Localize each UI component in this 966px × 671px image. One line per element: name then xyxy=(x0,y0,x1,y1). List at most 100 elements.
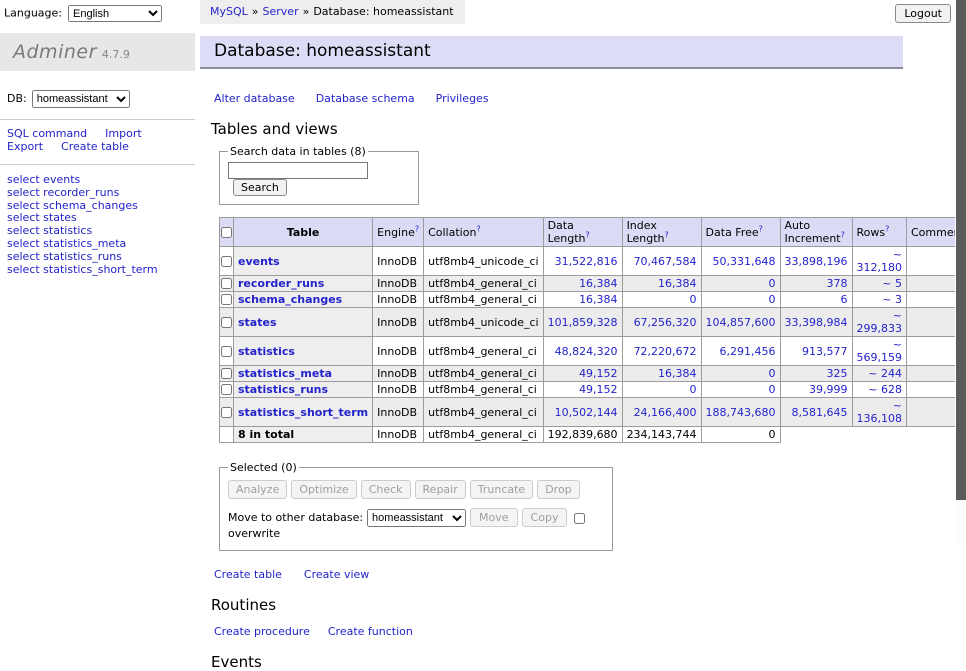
data-free-cell[interactable]: 50,331,648 xyxy=(701,247,780,276)
create-view-link[interactable]: Create view xyxy=(304,568,369,581)
data-length-cell[interactable]: 16,384 xyxy=(543,276,622,292)
optimize-button[interactable]: Optimize xyxy=(291,480,356,499)
column-help-link[interactable]: ? xyxy=(885,224,889,233)
row-checkbox[interactable] xyxy=(221,346,232,357)
scrollbar-thumb[interactable] xyxy=(956,0,966,500)
column-help-link[interactable]: ? xyxy=(759,224,763,233)
import-link[interactable]: Import xyxy=(105,127,142,140)
data-length-cell[interactable]: 31,522,816 xyxy=(543,247,622,276)
table-name-link[interactable]: events xyxy=(238,255,280,268)
row-checkbox[interactable] xyxy=(221,407,232,418)
column-help-link[interactable]: ? xyxy=(476,224,480,233)
index-length-cell[interactable]: 24,166,400 xyxy=(622,398,701,427)
select-all-checkbox[interactable] xyxy=(221,227,232,238)
table-name-link[interactable]: statistics xyxy=(238,345,295,358)
logout-button[interactable]: Logout xyxy=(895,4,951,23)
row-checkbox[interactable] xyxy=(221,278,232,289)
rows-count-cell[interactable]: ~ 628 xyxy=(852,382,906,398)
index-length-cell[interactable]: 70,467,584 xyxy=(622,247,701,276)
rows-count-cell[interactable]: ~ 312,180 xyxy=(852,247,906,276)
overwrite-checkbox[interactable] xyxy=(574,513,585,524)
breadcrumb-server-link[interactable]: Server xyxy=(263,5,299,18)
sidebar-table-select-link[interactable]: select recorder_runs xyxy=(7,186,119,199)
alter-database-link[interactable]: Alter database xyxy=(214,92,295,105)
create-table-link-sidebar[interactable]: Create table xyxy=(61,140,129,153)
auto-increment-cell[interactable]: 8,581,645 xyxy=(780,398,852,427)
row-checkbox[interactable] xyxy=(221,256,232,267)
index-length-cell[interactable]: 72,220,672 xyxy=(622,337,701,366)
check-button[interactable]: Check xyxy=(361,480,411,499)
index-length-cell[interactable]: 16,384 xyxy=(622,366,701,382)
auto-increment-cell[interactable]: 913,577 xyxy=(780,337,852,366)
search-input[interactable] xyxy=(228,162,368,179)
database-schema-link[interactable]: Database schema xyxy=(316,92,415,105)
scrollbar[interactable] xyxy=(955,0,966,543)
repair-button[interactable]: Repair xyxy=(415,480,466,499)
copy-button[interactable]: Copy xyxy=(522,508,568,527)
truncate-button[interactable]: Truncate xyxy=(470,480,533,499)
sidebar-table-select-link[interactable]: select statistics_short_term xyxy=(7,263,158,276)
data-length-cell[interactable]: 48,824,320 xyxy=(543,337,622,366)
table-name-link[interactable]: statistics_meta xyxy=(238,367,332,380)
auto-increment-cell[interactable]: 33,398,984 xyxy=(780,308,852,337)
sidebar-table-select-link[interactable]: select states xyxy=(7,211,77,224)
drop-button[interactable]: Drop xyxy=(537,480,579,499)
move-button[interactable]: Move xyxy=(470,508,518,527)
table-name-link[interactable]: statistics_runs xyxy=(238,383,328,396)
row-checkbox[interactable] xyxy=(221,317,232,328)
sidebar-table-select-link[interactable]: select schema_changes xyxy=(7,199,138,212)
rows-count-cell[interactable]: ~ 5 xyxy=(852,276,906,292)
index-length-cell[interactable]: 67,256,320 xyxy=(622,308,701,337)
data-free-cell[interactable]: 0 xyxy=(701,366,780,382)
column-help-link[interactable]: ? xyxy=(415,224,419,233)
data-length-cell[interactable]: 101,859,328 xyxy=(543,308,622,337)
table-name-link[interactable]: recorder_runs xyxy=(238,277,324,290)
auto-increment-cell[interactable]: 378 xyxy=(780,276,852,292)
sql-command-link[interactable]: SQL command xyxy=(7,127,87,140)
adminer-logo-text[interactable]: Adminer xyxy=(13,41,97,63)
column-help-link[interactable]: ? xyxy=(665,230,669,239)
privileges-link[interactable]: Privileges xyxy=(436,92,489,105)
language-select[interactable]: English xyxy=(68,5,162,22)
auto-increment-cell[interactable]: 6 xyxy=(780,292,852,308)
row-checkbox[interactable] xyxy=(221,384,232,395)
data-length-cell[interactable]: 49,152 xyxy=(543,382,622,398)
move-database-select[interactable]: homeassistant xyxy=(367,509,466,527)
data-free-cell[interactable]: 0 xyxy=(701,292,780,308)
table-name-link[interactable]: states xyxy=(238,316,277,329)
rows-count-cell[interactable]: ~ 3 xyxy=(852,292,906,308)
rows-count-cell[interactable]: ~ 569,159 xyxy=(852,337,906,366)
auto-increment-cell[interactable]: 39,999 xyxy=(780,382,852,398)
index-length-cell[interactable]: 16,384 xyxy=(622,276,701,292)
search-button[interactable]: Search xyxy=(233,179,287,196)
data-length-cell[interactable]: 49,152 xyxy=(543,366,622,382)
create-function-link[interactable]: Create function xyxy=(328,625,413,638)
data-free-cell[interactable]: 6,291,456 xyxy=(701,337,780,366)
rows-count-cell[interactable]: ~ 299,833 xyxy=(852,308,906,337)
table-name-link[interactable]: schema_changes xyxy=(238,293,342,306)
sidebar-table-select-link[interactable]: select statistics_meta xyxy=(7,237,126,250)
rows-count-cell[interactable]: ~ 136,108 xyxy=(852,398,906,427)
adminer-version[interactable]: 4.7.9 xyxy=(102,48,130,61)
sidebar-table-select-link[interactable]: select statistics_runs xyxy=(7,250,122,263)
data-length-cell[interactable]: 10,502,144 xyxy=(543,398,622,427)
index-length-cell[interactable]: 0 xyxy=(622,292,701,308)
auto-increment-cell[interactable]: 325 xyxy=(780,366,852,382)
column-help-link[interactable]: ? xyxy=(586,230,590,239)
analyze-button[interactable]: Analyze xyxy=(228,480,287,499)
data-free-cell[interactable]: 104,857,600 xyxy=(701,308,780,337)
create-table-link[interactable]: Create table xyxy=(214,568,282,581)
sidebar-table-select-link[interactable]: select events xyxy=(7,173,80,186)
auto-increment-cell[interactable]: 33,898,196 xyxy=(780,247,852,276)
data-free-cell[interactable]: 0 xyxy=(701,382,780,398)
sidebar-table-select-link[interactable]: select statistics xyxy=(7,224,92,237)
rows-count-cell[interactable]: ~ 244 xyxy=(852,366,906,382)
index-length-cell[interactable]: 0 xyxy=(622,382,701,398)
data-length-cell[interactable]: 16,384 xyxy=(543,292,622,308)
breadcrumb-mysql-link[interactable]: MySQL xyxy=(210,5,248,18)
row-checkbox[interactable] xyxy=(221,294,232,305)
column-help-link[interactable]: ? xyxy=(841,230,845,239)
data-free-cell[interactable]: 188,743,680 xyxy=(701,398,780,427)
create-procedure-link[interactable]: Create procedure xyxy=(214,625,310,638)
data-free-cell[interactable]: 0 xyxy=(701,276,780,292)
